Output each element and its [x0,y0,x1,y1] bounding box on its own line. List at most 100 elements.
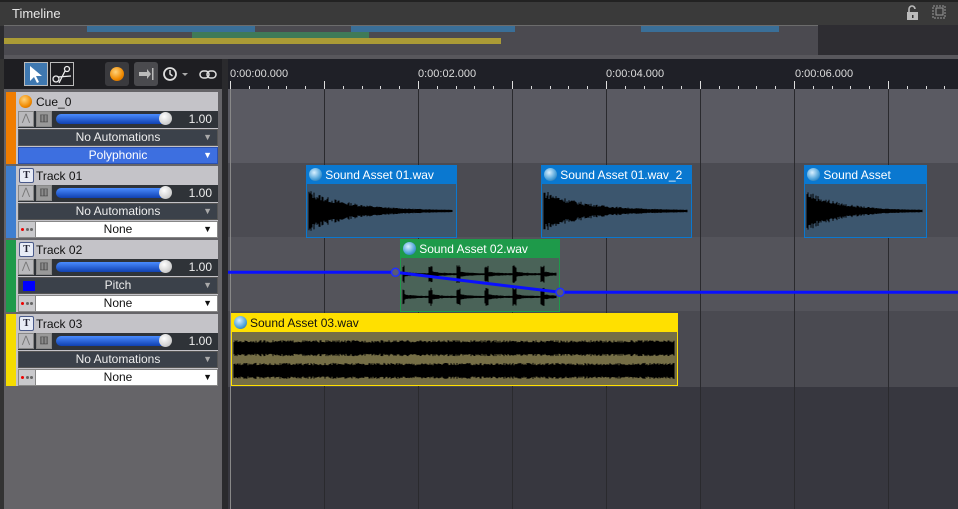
automation-dropdown[interactable]: No Automations ▼ [18,351,218,368]
dropdown-arrow-icon: ▼ [203,224,212,234]
automation-dropdown[interactable]: Pitch ▼ [18,277,218,294]
track-lanes[interactable]: Sound Asset 01.wav Sound Asset 01.wav_2 … [228,89,958,509]
sequence-dropdown[interactable]: None ▼ [18,221,218,238]
title-bar [0,0,958,26]
volume-slider[interactable] [56,188,168,198]
dropdown-arrow-icon: ▼ [203,372,212,382]
volume-slider-thumb[interactable] [159,334,172,347]
volume-row: ⋀ ▥ 1.00 [18,185,218,202]
envelope-button[interactable]: ⋀ [18,111,34,127]
playback-mode-value: Polyphonic [88,148,148,162]
volume-value: 1.00 [188,334,212,348]
track-color-bar [6,92,16,164]
track-name: Track 01 [36,169,83,183]
ruler-major-tick [230,81,231,89]
ruler-label: 0:00:02.000 [418,68,477,80]
ruler-major-tick [324,81,325,89]
dropdown-arrow-icon: ▼ [203,206,212,216]
envelope-button[interactable]: ⋀ [18,259,34,275]
automation-value: No Automations [75,352,161,366]
automation-point[interactable] [555,287,565,298]
volume-value: 1.00 [188,260,212,274]
time-ruler[interactable]: 0:00:00.000 0:00:02.000 0:00:04.000 0:00… [228,59,958,89]
volume-slider[interactable] [56,262,168,272]
ruler-major-tick [418,81,419,89]
automation-value: Pitch [104,278,132,292]
volume-row: ⋀ ▥ 1.00 [18,333,218,350]
snap-to-end-icon [139,68,154,80]
volume-slider-thumb[interactable] [159,112,172,125]
ruler-major-tick [888,81,889,89]
sequence-icon [19,222,36,237]
track-header[interactable]: Cue_0 ⋀ ▥ 1.00 No Automations ▼ Polyphoni… [6,92,218,164]
automation-dropdown[interactable]: No Automations ▼ [18,129,218,146]
chevron-down-icon [182,73,188,76]
sequence-icon [19,370,36,385]
ruler-major-tick [606,81,607,89]
automation-value: No Automations [75,204,161,218]
automation-value: No Automations [75,130,161,144]
mute-button[interactable]: ▥ [36,185,52,201]
track-color-bar [6,166,16,238]
unlock-icon[interactable] [905,5,921,21]
track-type-icon: T [19,168,34,183]
mute-button[interactable]: ▥ [36,111,52,127]
automation-overlay [228,267,958,298]
ruler-major-tick [512,81,513,89]
time-mode-button[interactable] [162,66,192,87]
volume-value: 1.00 [188,186,212,200]
track-header[interactable]: T Track 02 ⋀ ▥ 1.00 Pitch ▼ None ▼ [6,240,218,312]
overview-clip [641,26,779,32]
volume-slider[interactable] [56,114,168,124]
dropdown-arrow-icon: ▼ [203,298,212,308]
envelope-button[interactable]: ⋀ [18,185,34,201]
sequence-value: None [103,370,133,384]
overview-clip [4,38,501,44]
link-button[interactable] [199,68,217,86]
snap-button[interactable] [134,62,158,86]
ruler-major-tick [700,81,701,89]
overview-empty [818,25,958,55]
automation-point[interactable] [390,267,401,278]
ruler-label: 0:00:04.000 [606,68,665,80]
automation-line[interactable] [228,270,958,294]
timeline-overview[interactable] [4,25,818,56]
track-header[interactable]: T Track 01 ⋀ ▥ 1.00 No Automations ▼ None… [6,166,218,238]
mute-button[interactable]: ▥ [36,333,52,349]
automation-dropdown[interactable]: No Automations ▼ [18,203,218,220]
volume-slider[interactable] [56,336,168,346]
track-type-icon: T [19,242,34,257]
track-type-icon: T [19,316,34,331]
overview-clip [351,26,515,32]
float-window-icon[interactable] [931,5,947,21]
track-name: Track 03 [36,317,83,331]
window-title: Timeline [12,6,61,21]
scissors-icon [52,65,72,84]
track-color-bar [6,240,16,312]
mute-button[interactable]: ▥ [36,259,52,275]
volume-slider-thumb[interactable] [159,260,172,273]
tool-bar [4,59,226,89]
dropdown-arrow-icon: ▼ [203,132,212,142]
volume-row: ⋀ ▥ 1.00 [18,259,218,276]
track-name: Track 02 [36,243,83,257]
envelope-button[interactable]: ⋀ [18,333,34,349]
panel-edge [0,59,4,509]
sequence-dropdown[interactable]: None ▼ [18,369,218,386]
cut-tool-button[interactable] [50,62,74,86]
record-icon [110,67,124,81]
select-tool-button[interactable] [24,62,48,86]
playback-mode-dropdown[interactable]: Polyphonic ▼ [18,147,218,164]
dropdown-arrow-icon: ▼ [203,354,212,364]
volume-slider-thumb[interactable] [159,186,172,199]
track-header[interactable]: T Track 03 ⋀ ▥ 1.00 No Automations ▼ None… [6,314,218,386]
sequence-value: None [103,222,133,236]
sequence-icon [19,296,36,311]
sequence-dropdown[interactable]: None ▼ [18,295,218,312]
cue-icon [19,95,32,108]
record-button[interactable] [105,62,129,86]
arrow-cursor-icon [30,66,42,83]
sequence-value: None [103,296,133,310]
ruler-label: 0:00:00.000 [230,68,289,80]
dropdown-arrow-icon: ▼ [203,150,212,160]
